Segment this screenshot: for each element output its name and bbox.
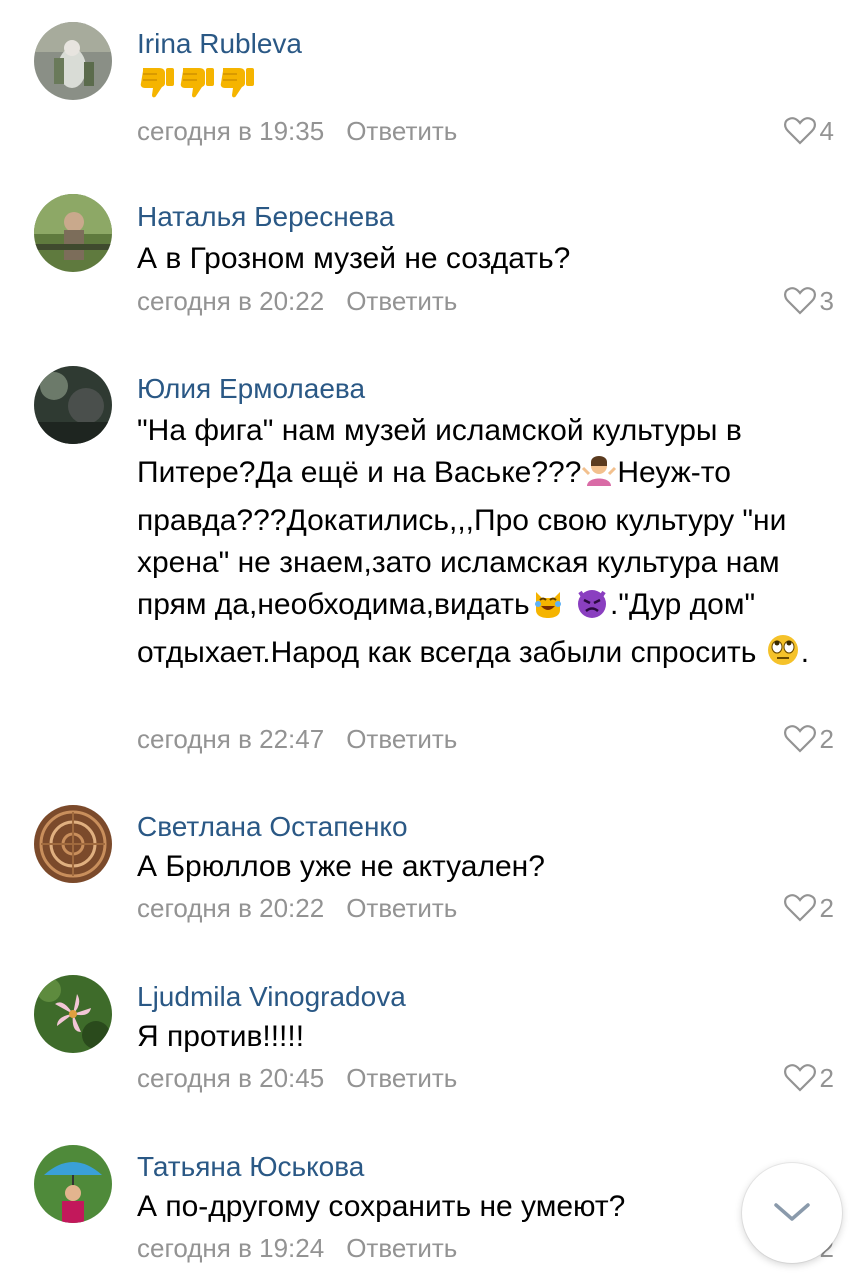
shrug-emoji-icon	[581, 452, 617, 500]
like-button[interactable]: 2	[783, 892, 834, 924]
comment-meta: сегодня в 20:22 Ответить	[137, 892, 457, 924]
like-count: 4	[819, 116, 834, 146]
avatar[interactable]	[34, 366, 112, 444]
heart-outline-icon	[783, 117, 816, 145]
comment-author[interactable]: Ljudmila Vinogradova	[137, 980, 406, 1014]
scroll-down-button[interactable]	[742, 1163, 842, 1263]
avatar[interactable]	[34, 805, 112, 883]
comment-author[interactable]: Наталья Береснева	[137, 200, 394, 234]
comment-text: "На фига" нам музей исламской культуры в…	[137, 410, 837, 680]
like-count: 2	[819, 1063, 834, 1093]
comment-meta: сегодня в 19:35 Ответить	[137, 115, 457, 147]
avatar[interactable]	[34, 975, 112, 1053]
comment-author[interactable]: Светлана Остапенко	[137, 810, 408, 844]
comment-text-part: .	[800, 636, 810, 669]
comment-author[interactable]: Юлия Ермолаева	[137, 372, 365, 406]
reply-button[interactable]: Ответить	[346, 286, 457, 316]
thumbs-down-icon	[137, 62, 177, 114]
reply-button[interactable]: Ответить	[346, 1063, 457, 1093]
like-button[interactable]: 3	[783, 285, 834, 317]
avatar[interactable]	[34, 22, 112, 100]
like-count: 2	[819, 893, 834, 923]
heart-outline-icon	[783, 894, 816, 922]
heart-outline-icon	[783, 1064, 816, 1092]
comment-author[interactable]: Татьяна Юськова	[137, 1150, 364, 1184]
comment-text: А по-другому сохранить не умеют?	[137, 1190, 626, 1223]
comment-time: сегодня в 19:35	[137, 116, 325, 146]
comment-text	[137, 62, 837, 106]
thumbs-down-icon	[177, 62, 217, 114]
heart-outline-icon	[783, 725, 816, 753]
comment-text: А в Грозном музей не создать?	[137, 242, 571, 275]
comment-meta: сегодня в 22:47 Ответить	[137, 723, 457, 755]
comment-time: сегодня в 22:47	[137, 724, 325, 754]
comment-time: сегодня в 20:45	[137, 1063, 325, 1093]
comment-time: сегодня в 20:22	[137, 286, 325, 316]
reply-button[interactable]: Ответить	[346, 724, 457, 754]
like-button[interactable]: 4	[783, 115, 834, 147]
heart-outline-icon	[783, 287, 816, 315]
angry-devil-emoji-icon	[574, 584, 610, 632]
comment-time: сегодня в 19:24	[137, 1233, 325, 1263]
like-button[interactable]: 2	[783, 723, 834, 755]
eye-roll-emoji-icon	[765, 632, 801, 680]
avatar[interactable]	[34, 194, 112, 272]
comment-author[interactable]: Irina Rubleva	[137, 27, 302, 61]
comment-time: сегодня в 20:22	[137, 893, 325, 923]
like-button[interactable]: 2	[783, 1062, 834, 1094]
thumbs-down-icon	[217, 62, 257, 114]
comment-text: А Брюллов уже не актуален?	[137, 850, 545, 883]
comment-meta: сегодня в 19:24 Ответить	[137, 1232, 457, 1264]
comment-meta: сегодня в 20:45 Ответить	[137, 1062, 457, 1094]
chevron-down-icon	[774, 1203, 810, 1221]
comment-meta: сегодня в 20:22 Ответить	[137, 285, 457, 317]
avatar[interactable]	[34, 1145, 112, 1223]
comment-text: Я против!!!!!	[137, 1020, 305, 1053]
reply-button[interactable]: Ответить	[346, 116, 457, 146]
reply-button[interactable]: Ответить	[346, 893, 457, 923]
reply-button[interactable]: Ответить	[346, 1233, 457, 1263]
like-count: 2	[819, 724, 834, 754]
crying-laughing-cat-emoji-icon	[530, 584, 566, 632]
like-count: 3	[819, 286, 834, 316]
